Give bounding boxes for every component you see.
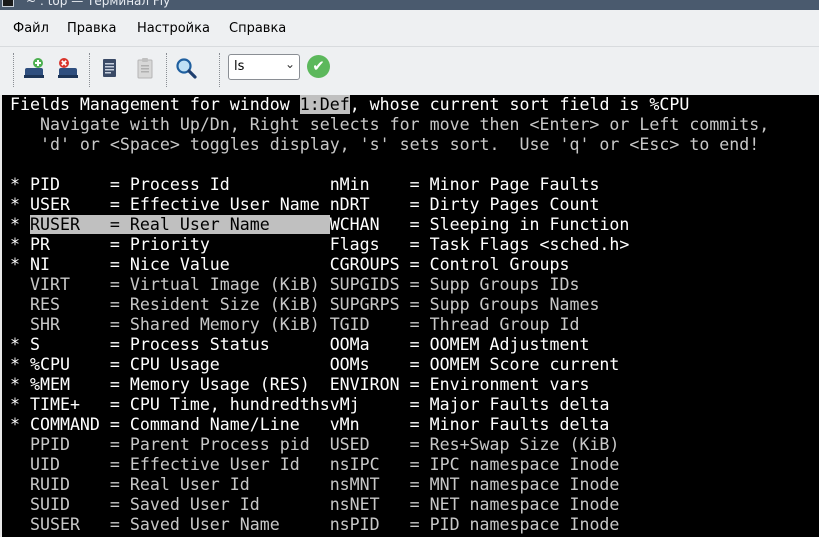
- help-line: Navigate with Up/Dn, Right selects for m…: [10, 115, 770, 134]
- menu-bar: Файл Правка Настройка Справка: [0, 10, 819, 47]
- field-right: nsNET = NET namespace Inode: [319, 495, 620, 514]
- field-left: SUSER = Saved User Name: [10, 515, 320, 534]
- field-right: nsPID = PID namespace Inode: [319, 515, 620, 534]
- field-left: VIRT = Virtual Image (KiB): [10, 275, 320, 294]
- field-row: * TIME+ = CPU Time, hundredthsvMj = Majo…: [10, 395, 609, 415]
- toolbar: ls ⌄ ✔: [0, 47, 819, 95]
- toolbar-separator: [13, 53, 16, 87]
- terminal-screen[interactable]: Fields Management for window 1:Def, whos…: [0, 95, 819, 537]
- field-row: * S = Process Status OOMa = OOMEM Adjust…: [10, 335, 589, 355]
- field-row: * NI = Nice Value CGROUPS = Control Grou…: [10, 255, 569, 275]
- field-right: vMj = Major Faults delta: [329, 395, 610, 414]
- terminal-icon: [2, 0, 14, 7]
- field-left: PPID = Parent Process pid: [10, 435, 320, 454]
- field-row: * USER = Effective User Name nDRT = Dirt…: [10, 195, 599, 215]
- field-right: nMin = Minor Page Faults: [319, 175, 600, 194]
- window-title: ~ : top — Терминал Fly: [26, 0, 171, 8]
- close-tab-button[interactable]: [56, 56, 80, 80]
- close-tab-icon: [58, 58, 78, 78]
- field-row: * PID = Process Id nMin = Minor Page Fau…: [10, 175, 599, 195]
- field-left: SUID = Saved User Id: [10, 495, 320, 514]
- menu-file[interactable]: Файл: [13, 21, 49, 36]
- new-tab-button[interactable]: [22, 56, 46, 80]
- field-left: * TIME+ = CPU Time, hundredths: [10, 395, 330, 414]
- window-titlebar: ~ : top — Терминал Fly: [0, 0, 819, 10]
- field-row: SUSER = Saved User Name nsPID = PID name…: [10, 515, 619, 535]
- field-left: * USER = Effective User Name: [10, 195, 320, 214]
- field-right: nsMNT = MNT namespace Inode: [319, 475, 620, 494]
- field-right: OOMs = OOMEM Score current: [319, 355, 620, 374]
- field-row: * %CPU = CPU Usage OOMs = OOMEM Score cu…: [10, 355, 619, 375]
- field-right: CGROUPS = Control Groups: [319, 255, 570, 274]
- selected-field: RUSER = Real User Name: [29, 215, 330, 234]
- paste-icon: [137, 58, 153, 79]
- command-combobox[interactable]: ls ⌄: [228, 54, 300, 80]
- field-right: USED = Res+Swap Size (KiB): [319, 435, 620, 454]
- field-right: nsIPC = IPC namespace Inode: [319, 455, 620, 474]
- checkmark-icon: ✔: [312, 57, 325, 75]
- chevron-down-icon: ⌄: [284, 57, 295, 71]
- field-left: * S = Process Status: [10, 335, 320, 354]
- search-button[interactable]: [174, 56, 198, 80]
- help-line: 'd' or <Space> toggles display, 's' sets…: [10, 135, 760, 154]
- field-left: SHR = Shared Memory (KiB): [10, 315, 320, 334]
- window-tag: 1:Def: [299, 95, 350, 114]
- terminal-header-line: Fields Management for window 1:Def, whos…: [10, 95, 689, 115]
- field-right: SUPGIDS = Supp Groups IDs: [319, 275, 580, 294]
- new-tab-icon: [24, 58, 44, 78]
- field-left: * NI = Nice Value: [10, 255, 320, 274]
- field-row: VIRT = Virtual Image (KiB) SUPGIDS = Sup…: [10, 275, 579, 295]
- copy-button[interactable]: [97, 56, 121, 80]
- toolbar-separator: [89, 53, 92, 87]
- header-sort-info: , whose current sort field is %CPU: [349, 95, 690, 114]
- field-right: Flags = Task Flags <sched.h>: [319, 235, 630, 254]
- field-row: PPID = Parent Process pid USED = Res+Swa…: [10, 435, 619, 455]
- field-row: RUID = Real User Id nsMNT = MNT namespac…: [10, 475, 619, 495]
- field-row: * PR = Priority Flags = Task Flags <sche…: [10, 235, 629, 255]
- field-mark: *: [10, 215, 30, 234]
- field-left: UID = Effective User Id: [10, 455, 320, 474]
- field-left: RES = Resident Size (KiB): [10, 295, 320, 314]
- field-right: WCHAN = Sleeping in Function: [329, 215, 630, 234]
- menu-settings[interactable]: Настройка: [137, 21, 210, 36]
- header-title: Fields Management: [10, 95, 180, 114]
- field-right: OOMa = OOMEM Adjustment: [319, 335, 590, 354]
- field-left: * PID = Process Id: [10, 175, 320, 194]
- field-left: * PR = Priority: [10, 235, 320, 254]
- field-left: RUID = Real User Id: [10, 475, 320, 494]
- run-command-button[interactable]: ✔: [307, 55, 330, 78]
- field-left: * COMMAND = Command Name/Line: [10, 415, 320, 434]
- field-row: SUID = Saved User Id nsNET = NET namespa…: [10, 495, 619, 515]
- field-row: * %MEM = Memory Usage (RES) ENVIRON = En…: [10, 375, 589, 395]
- menu-edit[interactable]: Правка: [67, 21, 116, 36]
- paste-button[interactable]: [133, 56, 157, 80]
- menu-help[interactable]: Справка: [229, 21, 286, 36]
- command-combobox-value: ls: [234, 59, 245, 74]
- field-right: SUPGRPS = Supp Groups Names: [319, 295, 600, 314]
- field-row: * COMMAND = Command Name/Line vMn = Mino…: [10, 415, 609, 435]
- field-left: * %MEM = Memory Usage (RES): [10, 375, 320, 394]
- field-row: UID = Effective User Id nsIPC = IPC name…: [10, 455, 619, 475]
- field-right: TGID = Thread Group Id: [319, 315, 580, 334]
- field-right: vMn = Minor Faults delta: [319, 415, 610, 434]
- toolbar-separator: [166, 53, 169, 87]
- field-right: ENVIRON = Environment vars: [319, 375, 590, 394]
- field-row-selected: * RUSER = Real User Name WCHAN = Sleepin…: [10, 215, 629, 235]
- field-right: nDRT = Dirty Pages Count: [319, 195, 600, 214]
- field-row: SHR = Shared Memory (KiB) TGID = Thread …: [10, 315, 579, 335]
- field-left: * %CPU = CPU Usage: [10, 355, 320, 374]
- search-icon: [176, 58, 197, 79]
- copy-icon: [103, 59, 116, 77]
- field-row: RES = Resident Size (KiB) SUPGRPS = Supp…: [10, 295, 599, 315]
- toolbar-separator: [219, 53, 222, 87]
- header-text: for window: [179, 95, 300, 114]
